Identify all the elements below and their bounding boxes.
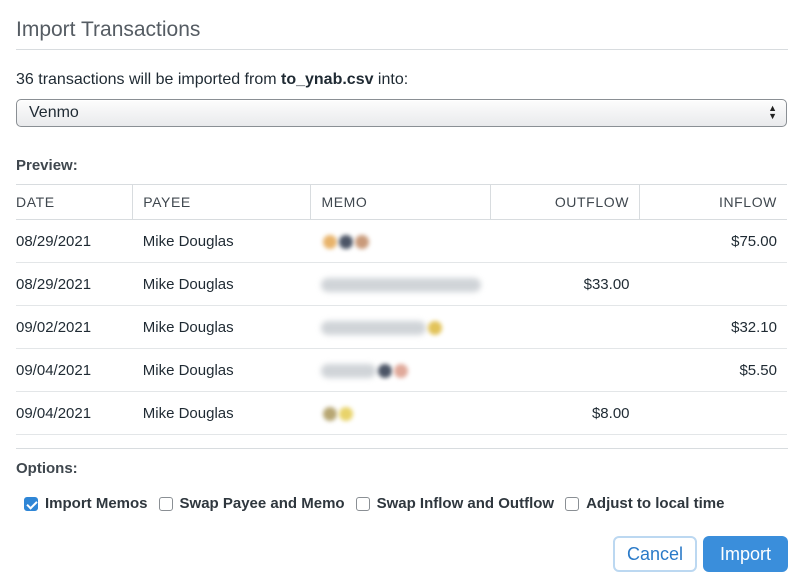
option-swap-payee-memo[interactable]: Swap Payee and Memo xyxy=(158,495,345,512)
table-row: 09/04/2021 Mike Douglas $8.00 xyxy=(16,391,787,435)
cell-payee: Mike Douglas xyxy=(132,305,311,349)
select-arrows-icon: ▲ ▼ xyxy=(768,103,777,121)
cell-inflow: $32.10 xyxy=(639,305,787,349)
option-label: Adjust to local time xyxy=(586,495,725,512)
cell-memo-redacted xyxy=(310,219,491,263)
option-import-memos[interactable]: Import Memos xyxy=(24,495,148,512)
summary-prefix: 36 transactions will be imported from xyxy=(16,71,281,88)
cell-date: 08/29/2021 xyxy=(16,219,133,263)
cell-outflow xyxy=(490,219,640,263)
cell-memo-redacted xyxy=(310,391,491,435)
column-header-memo: MEMO xyxy=(310,184,491,220)
dialog-title: Import Transactions xyxy=(16,18,201,41)
column-header-outflow: OUTFLOW xyxy=(490,184,640,220)
import-summary: 36 transactions will be imported from to… xyxy=(16,71,408,89)
account-select[interactable]: Venmo ▲ ▼ xyxy=(16,99,787,127)
cell-inflow: $75.00 xyxy=(639,219,787,263)
cancel-button[interactable]: Cancel xyxy=(613,536,697,572)
summary-filename: to_ynab.csv xyxy=(281,71,374,88)
preview-table: DATE PAYEE MEMO OUTFLOW INFLOW 08/29/202… xyxy=(16,184,787,435)
column-header-inflow: INFLOW xyxy=(639,184,787,220)
cell-date: 08/29/2021 xyxy=(16,262,133,306)
cell-payee: Mike Douglas xyxy=(132,348,311,392)
import-button[interactable]: Import xyxy=(703,536,788,572)
cell-outflow: $33.00 xyxy=(490,262,640,306)
table-row: 08/29/2021 Mike Douglas $75.00 xyxy=(16,219,787,263)
table-row: 09/04/2021 Mike Douglas $5.50 xyxy=(16,348,787,392)
cell-memo-redacted xyxy=(310,348,491,392)
options-label: Options: xyxy=(16,460,78,477)
cell-inflow xyxy=(639,262,787,306)
preview-label: Preview: xyxy=(16,157,78,174)
preview-header-row: DATE PAYEE MEMO OUTFLOW INFLOW xyxy=(16,184,787,220)
option-label: Swap Payee and Memo xyxy=(179,495,345,512)
cell-date: 09/04/2021 xyxy=(16,391,133,435)
table-row: 08/29/2021 Mike Douglas $33.00 xyxy=(16,262,787,306)
cell-memo-redacted xyxy=(310,305,491,349)
option-adjust-local-time[interactable]: Adjust to local time xyxy=(565,495,724,512)
cell-date: 09/02/2021 xyxy=(16,305,133,349)
title-divider xyxy=(16,49,788,50)
cell-date: 09/04/2021 xyxy=(16,348,133,392)
cell-inflow xyxy=(639,391,787,435)
column-header-date: DATE xyxy=(16,184,133,220)
cell-payee: Mike Douglas xyxy=(132,391,311,435)
cell-inflow: $5.50 xyxy=(639,348,787,392)
cell-outflow xyxy=(490,305,640,349)
cell-outflow: $8.00 xyxy=(490,391,640,435)
checkbox-checked-icon[interactable] xyxy=(24,496,38,511)
account-select-value: Venmo xyxy=(29,104,79,121)
table-row: 09/02/2021 Mike Douglas $32.10 xyxy=(16,305,787,349)
option-label: Import Memos xyxy=(45,495,148,512)
options-list: Import Memos Swap Payee and Memo Swap In… xyxy=(24,495,735,512)
cell-payee: Mike Douglas xyxy=(132,262,311,306)
cell-outflow xyxy=(490,348,640,392)
option-label: Swap Inflow and Outflow xyxy=(376,495,555,512)
option-swap-inflow-outflow[interactable]: Swap Inflow and Outflow xyxy=(355,495,555,512)
column-header-payee: PAYEE xyxy=(132,184,311,220)
cell-payee: Mike Douglas xyxy=(132,219,311,263)
options-divider xyxy=(16,448,788,449)
checkbox-icon[interactable] xyxy=(158,496,173,511)
summary-suffix: into: xyxy=(373,71,409,88)
cell-memo-redacted xyxy=(310,262,491,306)
checkbox-icon[interactable] xyxy=(565,496,580,511)
checkbox-icon[interactable] xyxy=(355,496,370,511)
